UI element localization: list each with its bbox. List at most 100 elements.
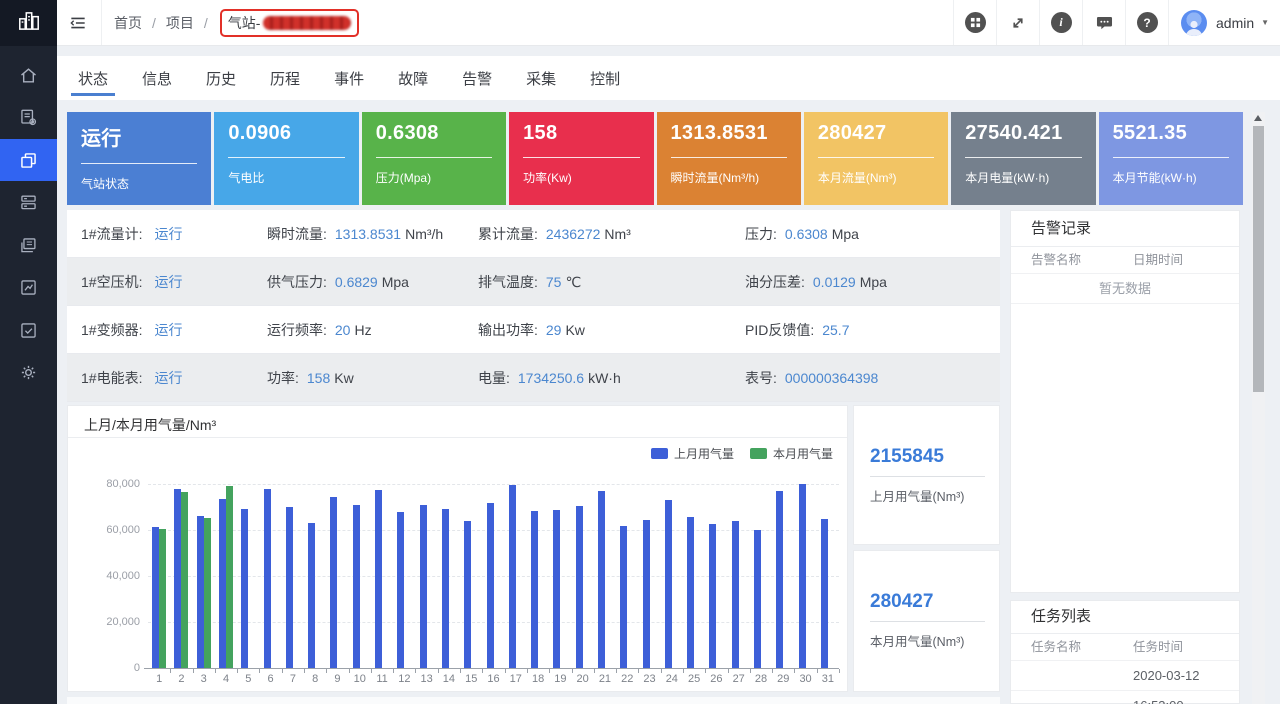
app-logo[interactable] — [0, 0, 57, 46]
bar-last-month-day-25[interactable] — [687, 517, 694, 668]
bar-last-month-day-6[interactable] — [264, 489, 271, 668]
breadcrumb-project[interactable]: 项目 — [166, 13, 194, 33]
bar-this-month-day-1[interactable] — [159, 529, 166, 668]
device-status-list: 1#流量计:运行 瞬时流量:1313.8531Nm³/h 累计流量:243627… — [67, 210, 1000, 402]
device-name: 1#空压机: — [81, 274, 142, 290]
bar-last-month-day-11[interactable] — [375, 490, 382, 668]
x-axis-tick: 24 — [661, 673, 683, 685]
bar-last-month-day-22[interactable] — [620, 526, 627, 668]
report-icon — [18, 107, 39, 128]
bar-last-month-day-18[interactable] — [531, 511, 538, 668]
tab-journey[interactable]: 历程 — [270, 56, 300, 100]
tab-faults[interactable]: 故障 — [398, 56, 428, 100]
device-row-inverter: 1#变频器:运行 运行频率:20Hz 输出功率:29Kw PID反馈值:25.7 — [67, 306, 1000, 354]
bar-last-month-day-13[interactable] — [420, 505, 427, 668]
sidebar-item-screens[interactable] — [0, 139, 57, 181]
bar-last-month-day-19[interactable] — [553, 510, 560, 668]
alarm-records-panel: 告警记录 告警名称 日期时间 暂无数据 — [1010, 210, 1240, 593]
bar-last-month-day-27[interactable] — [732, 521, 739, 668]
tab-history[interactable]: 历史 — [206, 56, 236, 100]
scrollbar-thumb[interactable] — [1253, 126, 1264, 392]
y-axis-tick: 20,000 — [76, 616, 140, 628]
sidebar-item-trend[interactable] — [0, 266, 57, 308]
bar-last-month-day-9[interactable] — [330, 497, 337, 668]
x-axis-tick: 26 — [705, 673, 727, 685]
page-tabs: 状态 信息 历史 历程 事件 故障 告警 采集 控制 — [57, 56, 1280, 100]
stat-label: 本月电量(kW·h) — [965, 169, 1081, 186]
tab-status[interactable]: 状态 — [78, 56, 108, 100]
x-axis-tick: 7 — [282, 673, 304, 685]
stacked-pages-icon — [18, 235, 39, 256]
sidebar-item-devices[interactable] — [0, 181, 57, 223]
x-axis-tick: 10 — [349, 673, 371, 685]
bar-last-month-day-17[interactable] — [509, 485, 516, 668]
bar-last-month-day-5[interactable] — [241, 509, 248, 668]
task-table-header: 任务名称 任务时间 — [1011, 634, 1239, 661]
sidebar-item-inspection[interactable] — [0, 309, 57, 351]
sidebar-item-pages[interactable] — [0, 224, 57, 266]
bar-last-month-day-10[interactable] — [353, 505, 360, 668]
x-axis-tick: 21 — [594, 673, 616, 685]
bar-last-month-day-23[interactable] — [643, 520, 650, 668]
bar-last-month-day-14[interactable] — [442, 509, 449, 668]
bar-last-month-day-16[interactable] — [487, 503, 494, 668]
collapse-sidebar-icon[interactable] — [66, 12, 90, 34]
help-icon[interactable]: ? — [1125, 0, 1168, 45]
bar-last-month-day-4[interactable] — [219, 499, 226, 668]
task-panel-title: 任务列表 — [1031, 601, 1091, 633]
message-icon[interactable] — [1082, 0, 1125, 45]
breadcrumb-home[interactable]: 首页 — [114, 13, 142, 33]
bar-last-month-day-1[interactable] — [152, 527, 159, 668]
vertical-scrollbar[interactable] — [1252, 112, 1265, 704]
scroll-up-arrow[interactable] — [1254, 115, 1262, 121]
bar-last-month-day-26[interactable] — [709, 524, 716, 668]
bar-this-month-day-3[interactable] — [204, 518, 211, 668]
sidebar-nav — [0, 46, 57, 704]
fullscreen-icon[interactable] — [996, 0, 1039, 45]
bar-last-month-day-15[interactable] — [464, 521, 471, 668]
bar-last-month-day-31[interactable] — [821, 519, 828, 668]
bar-last-month-day-21[interactable] — [598, 491, 605, 668]
device-status-link[interactable]: 运行 — [154, 226, 182, 242]
x-axis-tick: 29 — [772, 673, 794, 685]
device-status-link[interactable]: 运行 — [154, 274, 182, 290]
summary-label: 上月用气量(Nm³) — [870, 486, 964, 505]
device-status-link[interactable]: 运行 — [154, 322, 182, 338]
tab-alarms[interactable]: 告警 — [462, 56, 492, 100]
bar-last-month-day-28[interactable] — [754, 530, 761, 668]
stat-value: 0.6308 — [376, 122, 492, 145]
apps-icon[interactable] — [953, 0, 996, 45]
bar-last-month-day-12[interactable] — [397, 512, 404, 668]
stat-label: 气站状态 — [81, 175, 197, 192]
bar-last-month-day-29[interactable] — [776, 491, 783, 668]
bar-last-month-day-24[interactable] — [665, 500, 672, 668]
x-axis-tick: 4 — [215, 673, 237, 685]
x-axis-tick: 5 — [237, 673, 259, 685]
tab-info[interactable]: 信息 — [142, 56, 172, 100]
home-icon — [18, 65, 39, 86]
bar-this-month-day-4[interactable] — [226, 486, 233, 668]
task-row[interactable]: 2020-03-12 16:53:00 — [1011, 661, 1239, 691]
user-menu[interactable]: admin ▼ — [1168, 0, 1280, 45]
bar-last-month-day-2[interactable] — [174, 489, 181, 668]
sidebar-item-report[interactable] — [0, 96, 57, 138]
stat-value: 280427 — [818, 122, 934, 145]
tab-control[interactable]: 控制 — [590, 56, 620, 100]
bar-this-month-day-2[interactable] — [181, 492, 188, 668]
tab-collection[interactable]: 采集 — [526, 56, 556, 100]
bar-last-month-day-7[interactable] — [286, 507, 293, 668]
bar-last-month-day-20[interactable] — [576, 506, 583, 668]
device-status-link[interactable]: 运行 — [154, 370, 182, 386]
bar-last-month-day-8[interactable] — [308, 523, 315, 668]
avatar — [1181, 10, 1207, 36]
bar-last-month-day-3[interactable] — [197, 516, 204, 668]
tab-events[interactable]: 事件 — [334, 56, 364, 100]
redaction-blob — [263, 16, 351, 30]
sidebar-item-settings[interactable] — [0, 351, 57, 393]
info-icon[interactable]: i — [1039, 0, 1082, 45]
sidebar-item-home[interactable] — [0, 54, 57, 96]
stat-card-power: 158 功率(Kw) — [509, 112, 653, 205]
breadcrumb-station-redacted[interactable]: 气站- — [220, 9, 360, 37]
stat-cards-row: 运行 气站状态 0.0906 气电比 0.6308 压力(Mpa) 158 功率… — [67, 112, 1243, 205]
bar-last-month-day-30[interactable] — [799, 484, 806, 668]
